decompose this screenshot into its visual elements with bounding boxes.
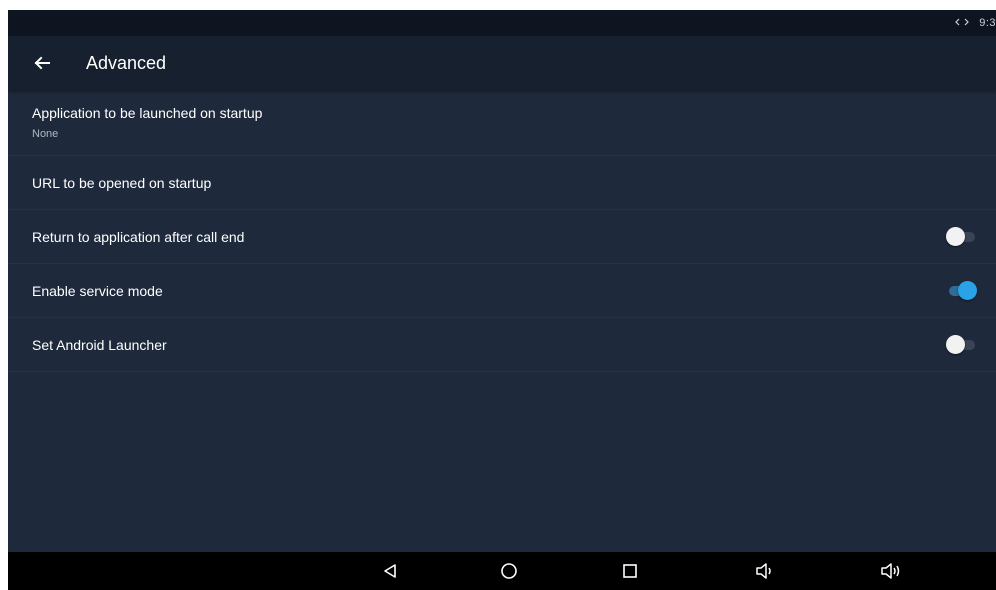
arrows-sync-icon <box>955 17 970 30</box>
setting-android-launcher[interactable]: Set Android Launcher <box>8 318 996 372</box>
status-time: 9:3 <box>979 17 996 29</box>
volume-down-icon <box>756 563 771 579</box>
home-circle-icon <box>501 563 517 579</box>
android-launcher-switch[interactable] <box>946 334 976 355</box>
settings-list: Application to be launched on startup No… <box>8 90 996 372</box>
setting-service-mode[interactable]: Enable service mode <box>8 264 996 318</box>
arrow-left-icon <box>34 56 50 70</box>
setting-title: Application to be launched on startup <box>32 105 263 121</box>
nav-volume-down-button[interactable] <box>745 552 785 590</box>
navigation-bar <box>8 552 996 590</box>
volume-up-icon <box>881 563 900 579</box>
setting-summary: None <box>32 128 59 140</box>
page-title: Advanced <box>86 52 167 73</box>
back-triangle-icon <box>384 564 396 578</box>
service-mode-switch[interactable] <box>946 280 977 301</box>
nav-back-button[interactable] <box>370 552 410 590</box>
setting-title: URL to be opened on startup <box>32 174 212 191</box>
setting-return-after-call[interactable]: Return to application after call end <box>8 210 996 264</box>
recents-square-icon <box>623 564 637 578</box>
switch-thumb <box>946 226 965 246</box>
status-bar: 9:3 <box>8 10 996 36</box>
switch-thumb <box>946 334 965 354</box>
setting-startup-url[interactable]: URL to be opened on startup <box>8 156 996 210</box>
nav-recents-button[interactable] <box>610 552 650 590</box>
device-screen: 9:3 Advanced Application to be launched … <box>8 10 996 590</box>
status-indicators: 9:3 <box>955 10 996 36</box>
setting-title: Set Android Launcher <box>32 336 167 353</box>
setting-title: Return to application after call end <box>32 228 245 245</box>
setting-startup-application[interactable]: Application to be launched on startup No… <box>8 90 996 156</box>
switch-thumb <box>958 280 977 300</box>
return-after-call-switch[interactable] <box>946 226 976 247</box>
app-bar: Advanced <box>8 36 996 90</box>
nav-volume-up-button[interactable] <box>871 552 911 590</box>
back-button[interactable] <box>30 51 54 75</box>
setting-title: Enable service mode <box>32 282 163 299</box>
nav-home-button[interactable] <box>489 552 529 590</box>
